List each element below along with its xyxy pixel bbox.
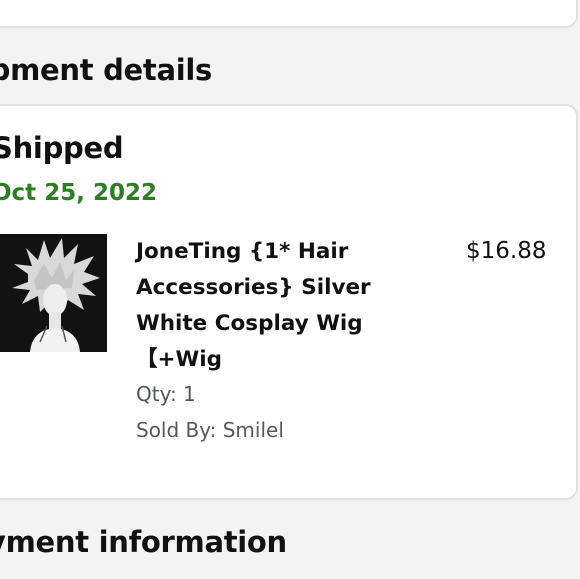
product-price: $16.88 xyxy=(466,238,547,264)
shipment-date: Oct 25, 2022 xyxy=(0,180,157,206)
previous-section-card xyxy=(0,0,578,28)
product-quantity: Qty: 1 xyxy=(136,382,196,406)
shipment-status: Shipped xyxy=(0,131,124,165)
shipment-details-heading: ipment details xyxy=(0,53,212,87)
product-title-link[interactable]: JoneTing {1* Hair Accessories} Silver Wh… xyxy=(136,234,398,378)
wig-mannequin-icon xyxy=(0,234,107,352)
product-image[interactable] xyxy=(0,234,107,352)
payment-information-heading: yment information xyxy=(0,525,287,559)
product-seller[interactable]: Sold By: Smilel xyxy=(136,416,284,444)
order-details-page: ipment details Shipped Oct 25, 2022 Jone… xyxy=(0,0,580,579)
